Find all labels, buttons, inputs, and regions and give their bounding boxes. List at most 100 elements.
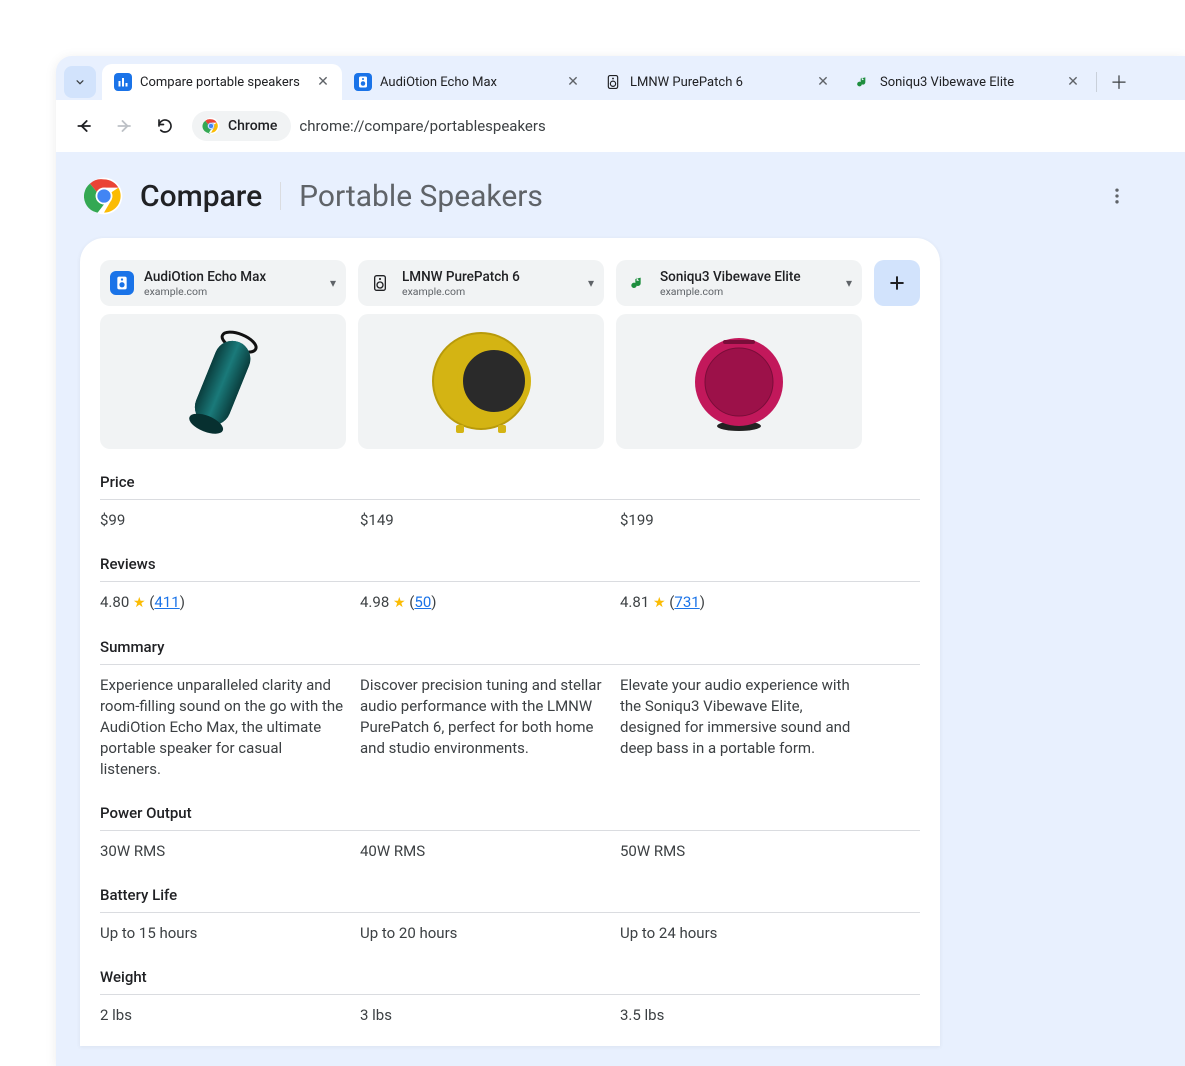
row-label: Reviews xyxy=(100,555,920,582)
weight-value: 3.5 lbs xyxy=(620,1005,880,1026)
tab-close-button[interactable]: ✕ xyxy=(314,73,332,91)
reload-icon xyxy=(156,117,174,135)
url-text: chrome://compare/portablespeakers xyxy=(299,117,545,135)
browser-toolbar: Chrome chrome://compare/portablespeakers xyxy=(56,100,1185,152)
tab-strip: Compare portable speakers ✕ AudiOtion Ec… xyxy=(56,56,1185,100)
speaker-icon xyxy=(368,271,392,295)
tab-compare[interactable]: Compare portable speakers ✕ xyxy=(102,64,342,100)
tab-product-1[interactable]: AudiOtion Echo Max ✕ xyxy=(342,64,592,100)
product-selector[interactable]: Soniqu3 Vibewave Elite example.com ▾ xyxy=(616,260,862,306)
product-column: LMNW PurePatch 6 example.com ▾ xyxy=(358,260,604,449)
product-image xyxy=(358,314,604,449)
page-header: Compare Portable Speakers xyxy=(80,176,1185,216)
review-count-link[interactable]: 411 xyxy=(154,593,179,611)
chrome-logo-icon xyxy=(84,176,124,216)
product-column: Soniqu3 Vibewave Elite example.com ▾ xyxy=(616,260,862,449)
weight-value: 2 lbs xyxy=(100,1005,360,1026)
battery-value: Up to 15 hours xyxy=(100,923,360,944)
arrow-right-icon xyxy=(115,116,135,136)
page-title: Compare xyxy=(140,179,262,214)
star-icon: ★ xyxy=(653,595,666,611)
tab-title: AudiOtion Echo Max xyxy=(380,75,556,90)
row-label: Summary xyxy=(100,638,920,665)
chevron-down-icon: ▾ xyxy=(588,276,594,290)
review-count-link[interactable]: 50 xyxy=(414,593,431,611)
speaker-icon xyxy=(604,73,622,91)
compare-card: AudiOtion Echo Max example.com ▾ xyxy=(80,238,940,1046)
product-domain: example.com xyxy=(660,285,836,298)
tab-close-button[interactable]: ✕ xyxy=(564,73,582,91)
compare-icon xyxy=(114,73,132,91)
tab-title: Compare portable speakers xyxy=(140,75,306,90)
music-note-icon xyxy=(626,271,650,295)
row-weight: Weight 2 lbs 3 lbs 3.5 lbs xyxy=(100,968,920,1026)
review-value: 4.80 ★ (411) xyxy=(100,592,360,614)
row-price: Price $99 $149 $199 xyxy=(100,473,920,531)
arrow-left-icon xyxy=(75,116,95,136)
tab-close-button[interactable]: ✕ xyxy=(1064,73,1082,91)
reload-button[interactable] xyxy=(148,109,182,143)
product-image xyxy=(616,314,862,449)
review-value: 4.81 ★ (731) xyxy=(620,592,880,614)
chevron-down-icon: ▾ xyxy=(330,276,336,290)
chevron-down-icon xyxy=(73,75,87,89)
address-bar[interactable]: Chrome chrome://compare/portablespeakers xyxy=(188,108,1173,144)
tab-title: Soniqu3 Vibewave Elite xyxy=(880,75,1056,90)
tab-close-button[interactable]: ✕ xyxy=(814,73,832,91)
price-value: $149 xyxy=(360,510,620,531)
battery-value: Up to 20 hours xyxy=(360,923,620,944)
power-value: 40W RMS xyxy=(360,841,620,862)
row-label: Price xyxy=(100,473,920,500)
product-image xyxy=(100,314,346,449)
tab-product-2[interactable]: LMNW PurePatch 6 ✕ xyxy=(592,64,842,100)
product-domain: example.com xyxy=(402,285,578,298)
music-note-icon xyxy=(854,73,872,91)
product-header-row: AudiOtion Echo Max example.com ▾ xyxy=(100,260,920,449)
price-value: $99 xyxy=(100,510,360,531)
speaker-icon xyxy=(110,271,134,295)
product-name: AudiOtion Echo Max xyxy=(144,269,320,285)
more-options-button[interactable] xyxy=(1097,176,1137,216)
review-count-link[interactable]: 731 xyxy=(674,593,699,611)
row-battery-life: Battery Life Up to 15 hours Up to 20 hou… xyxy=(100,886,920,944)
new-tab-button[interactable]: ＋ xyxy=(1105,68,1133,96)
chip-label: Chrome xyxy=(228,118,277,134)
add-product-button[interactable] xyxy=(874,260,920,306)
page-subtitle: Portable Speakers xyxy=(299,179,543,214)
product-selector[interactable]: AudiOtion Echo Max example.com ▾ xyxy=(100,260,346,306)
summary-value: Elevate your audio experience with the S… xyxy=(620,675,880,780)
back-button[interactable] xyxy=(68,109,102,143)
tab-product-3[interactable]: Soniqu3 Vibewave Elite ✕ xyxy=(842,64,1092,100)
product-selector[interactable]: LMNW PurePatch 6 example.com ▾ xyxy=(358,260,604,306)
product-column: AudiOtion Echo Max example.com ▾ xyxy=(100,260,346,449)
row-reviews: Reviews 4.80 ★ (411) 4.98 ★ (50) 4.81 ★ … xyxy=(100,555,920,614)
summary-value: Discover precision tuning and stellar au… xyxy=(360,675,620,780)
tab-divider xyxy=(1096,72,1097,92)
power-value: 30W RMS xyxy=(100,841,360,862)
star-icon: ★ xyxy=(133,595,146,611)
chrome-icon xyxy=(202,117,220,135)
row-label: Power Output xyxy=(100,804,920,831)
speaker-icon xyxy=(354,73,372,91)
chrome-chip: Chrome xyxy=(192,111,291,141)
title-divider xyxy=(280,182,281,210)
battery-value: Up to 24 hours xyxy=(620,923,880,944)
row-label: Battery Life xyxy=(100,886,920,913)
tab-title: LMNW PurePatch 6 xyxy=(630,75,806,90)
tab-search-button[interactable] xyxy=(64,66,96,98)
forward-button[interactable] xyxy=(108,109,142,143)
row-power-output: Power Output 30W RMS 40W RMS 50W RMS xyxy=(100,804,920,862)
plus-icon xyxy=(887,273,907,293)
weight-value: 3 lbs xyxy=(360,1005,620,1026)
chevron-down-icon: ▾ xyxy=(846,276,852,290)
row-label: Weight xyxy=(100,968,920,995)
price-value: $199 xyxy=(620,510,880,531)
row-summary: Summary Experience unparalleled clarity … xyxy=(100,638,920,780)
kebab-menu-icon xyxy=(1107,186,1127,206)
product-domain: example.com xyxy=(144,285,320,298)
product-name: LMNW PurePatch 6 xyxy=(402,269,578,285)
browser-window: Compare portable speakers ✕ AudiOtion Ec… xyxy=(56,56,1185,1066)
power-value: 50W RMS xyxy=(620,841,880,862)
summary-value: Experience unparalleled clarity and room… xyxy=(100,675,360,780)
product-name: Soniqu3 Vibewave Elite xyxy=(660,269,836,285)
